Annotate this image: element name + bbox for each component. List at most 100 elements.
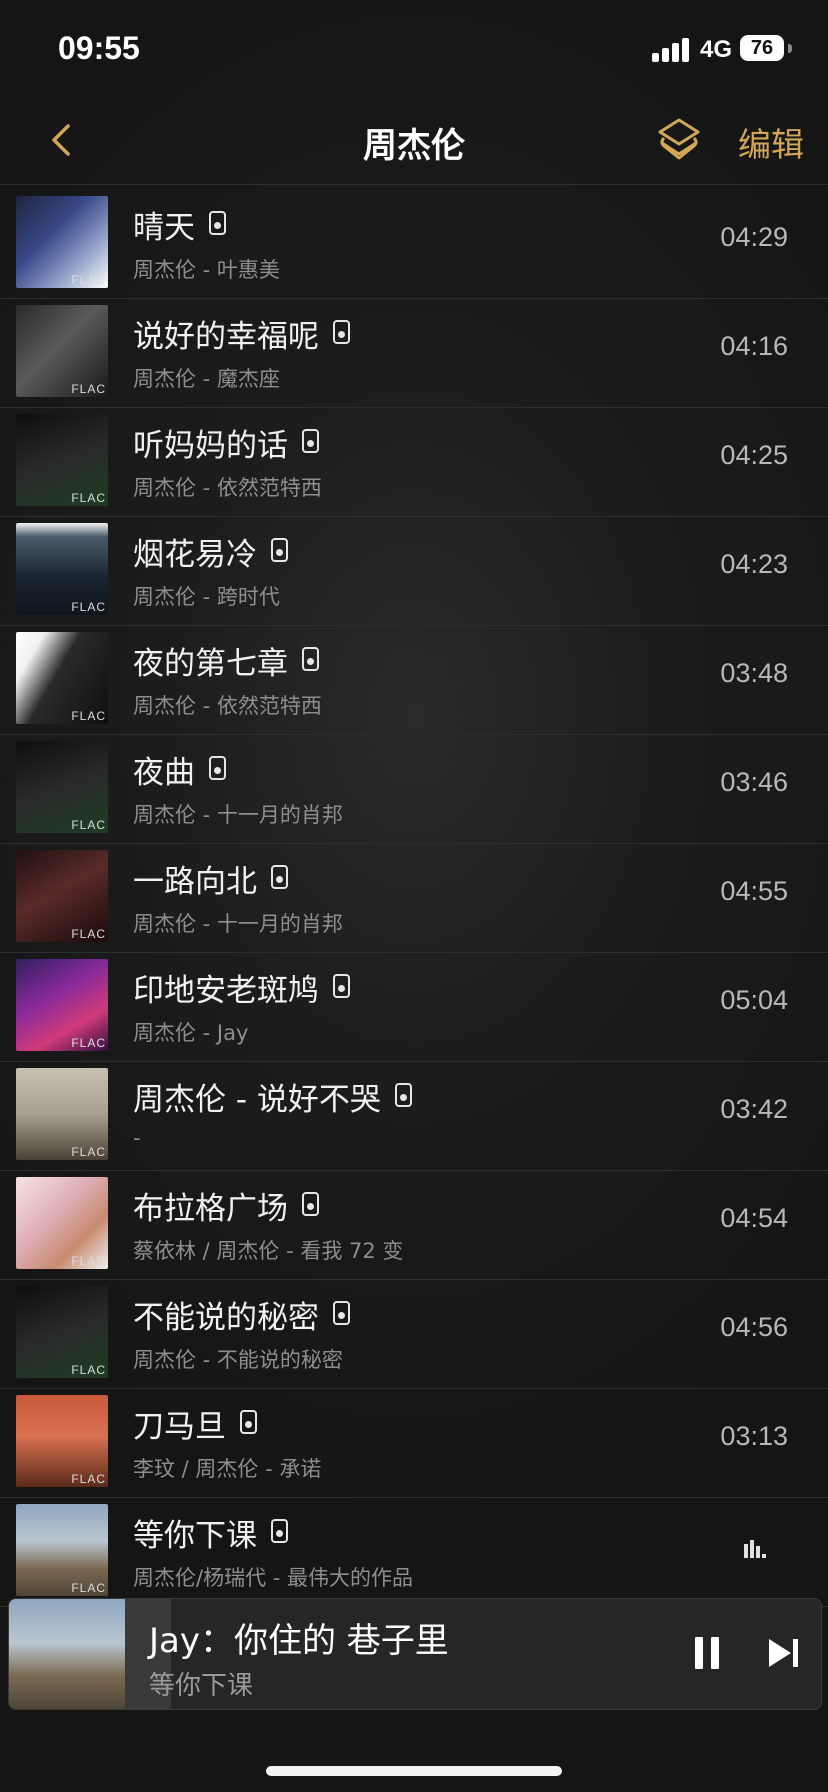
speaker-icon <box>302 1192 319 1216</box>
song-duration: 03:46 <box>720 767 788 797</box>
speaker-icon <box>271 865 288 889</box>
song-row[interactable]: FLAC 一路向北周杰伦 - 十一月的肖邦 04:55 <box>0 844 828 953</box>
song-title-text: 周杰伦 - 说好不哭 <box>133 1082 381 1118</box>
song-row[interactable]: FLAC 不能说的秘密 周杰伦 - 不能说的秘密 04:56 <box>0 1280 828 1389</box>
song-subtitle: 周杰伦/杨瑞代 - 最伟大的作品 <box>133 1566 414 1590</box>
album-cover: FLAC <box>16 414 108 506</box>
song-list: FLAC 晴天 周杰伦 - 叶惠美 04:29 FLAC 说好的幸福呢 周杰伦 - 魔杰座 0… <box>0 190 828 1607</box>
album-cover: FLAC <box>16 1504 108 1596</box>
flac-badge: FLAC <box>71 1363 106 1377</box>
speaker-icon <box>209 756 226 780</box>
song-row[interactable]: FLAC 听妈妈的话周杰伦 - 依然范特西 04:25 <box>0 408 828 517</box>
album-cover: FLAC <box>16 632 108 724</box>
song-subtitle: 李玟 / 周杰伦 - 承诺 <box>133 1457 322 1481</box>
song-duration: 04:55 <box>720 876 788 906</box>
album-cover: FLAC <box>16 523 108 615</box>
song-title: 等你下课 <box>133 1510 288 1555</box>
flac-badge: FLAC <box>71 927 106 941</box>
song-title: 听妈妈的话 <box>133 420 319 465</box>
flac-badge: FLAC <box>71 818 106 832</box>
flac-badge: FLAC <box>71 1254 106 1268</box>
album-cover: FLAC <box>16 305 108 397</box>
song-duration: 04:54 <box>720 1203 788 1233</box>
speaker-icon <box>271 538 288 562</box>
nav-bar: 周杰伦 编辑 <box>0 96 828 185</box>
song-title-text: 晴天 <box>133 210 195 246</box>
pause-button[interactable] <box>695 1637 721 1669</box>
album-cover: FLAC <box>16 850 108 942</box>
song-subtitle: 周杰伦 - 魔杰座 <box>133 367 280 391</box>
speaker-icon <box>333 320 350 344</box>
song-title-text: 布拉格广场 <box>133 1191 288 1227</box>
song-row[interactable]: FLAC 刀马旦李玟 / 周杰伦 - 承诺 03:13 <box>0 1389 828 1498</box>
song-subtitle: 周杰伦 - 十一月的肖邦 <box>133 803 343 827</box>
now-playing-cover[interactable] <box>9 1599 125 1709</box>
song-title-text: 一路向北 <box>133 864 257 900</box>
song-row[interactable]: FLAC 布拉格广场蔡依林 / 周杰伦 - 看我 72 变 04:54 <box>0 1171 828 1280</box>
edit-button[interactable]: 编辑 <box>738 118 804 166</box>
song-title: 一路向北 <box>133 856 288 901</box>
song-title-text: 印地安老斑鸠 <box>133 973 319 1009</box>
flac-badge: FLAC <box>71 600 106 614</box>
flac-badge: FLAC <box>71 382 106 396</box>
song-title-text: 夜的第七章 <box>133 646 288 682</box>
song-title: 夜曲 <box>133 747 226 792</box>
song-subtitle: 周杰伦 - 跨时代 <box>133 585 280 609</box>
speaker-icon <box>394 1083 412 1107</box>
status-time: 09:55 <box>58 30 140 66</box>
speaker-icon <box>271 1519 288 1543</box>
song-title: 烟花易冷 <box>133 529 288 574</box>
speaker-icon <box>240 1410 257 1434</box>
song-row[interactable]: FLAC 等你下课周杰伦/杨瑞代 - 最伟大的作品 <box>0 1498 828 1607</box>
song-subtitle: 周杰伦 - 依然范特西 <box>133 476 322 500</box>
now-playing-equalizer-icon <box>744 1540 766 1558</box>
flac-badge: FLAC <box>71 273 106 287</box>
song-title: 刀马旦 <box>133 1401 257 1446</box>
song-duration: 03:42 <box>720 1094 788 1124</box>
song-row[interactable]: FLAC 烟花易冷周杰伦 - 跨时代 04:23 <box>0 517 828 626</box>
song-title: 周杰伦 - 说好不哭 <box>133 1074 412 1119</box>
now-playing-bar[interactable]: Jay：你住的 巷子里 等你下课 <box>8 1598 822 1710</box>
song-row[interactable]: FLAC 说好的幸福呢 周杰伦 - 魔杰座 04:16 <box>0 299 828 408</box>
flac-badge: FLAC <box>71 1036 106 1050</box>
next-track-icon[interactable] <box>767 1637 801 1669</box>
song-duration: 04:56 <box>720 1312 788 1342</box>
network-type: 4G <box>700 36 733 63</box>
album-cover: FLAC <box>16 1286 108 1378</box>
song-duration: 05:04 <box>720 985 788 1015</box>
album-cover: FLAC <box>16 1395 108 1487</box>
song-row[interactable]: FLAC 夜曲周杰伦 - 十一月的肖邦 03:46 <box>0 735 828 844</box>
home-indicator <box>266 1766 562 1776</box>
song-duration: 04:25 <box>720 440 788 470</box>
song-duration: 03:13 <box>720 1421 788 1451</box>
flac-badge: FLAC <box>71 709 106 723</box>
now-playing-subtitle: 等你下课 <box>149 1671 254 1701</box>
flac-badge: FLAC <box>71 1472 106 1486</box>
battery-icon: 76 <box>740 35 784 61</box>
song-row[interactable]: FLAC 晴天周杰伦 - 叶惠美 04:29 <box>0 190 828 299</box>
layers-icon[interactable] <box>656 116 702 164</box>
song-title: 晴天 <box>133 202 226 247</box>
album-cover: FLAC <box>16 1068 108 1160</box>
song-subtitle: 周杰伦 - Jay <box>133 1021 249 1045</box>
song-row[interactable]: FLAC 周杰伦 - 说好不哭 - 03:42 <box>0 1062 828 1171</box>
song-duration: 04:23 <box>720 549 788 579</box>
song-title: 夜的第七章 <box>133 638 319 683</box>
song-subtitle: 周杰伦 - 依然范特西 <box>133 694 322 718</box>
song-subtitle: - <box>133 1126 141 1150</box>
song-duration: 04:16 <box>720 331 788 361</box>
song-title-text: 等你下课 <box>133 1518 257 1554</box>
speaker-icon <box>302 429 319 453</box>
song-subtitle: 周杰伦 - 十一月的肖邦 <box>133 912 343 936</box>
song-title: 布拉格广场 <box>133 1183 319 1228</box>
song-title-text: 刀马旦 <box>133 1409 226 1445</box>
speaker-icon <box>333 974 350 998</box>
song-duration: 04:29 <box>720 222 788 252</box>
speaker-icon <box>333 1301 350 1325</box>
song-subtitle: 周杰伦 - 叶惠美 <box>133 258 280 282</box>
song-row[interactable]: FLAC 印地安老斑鸠周杰伦 - Jay 05:04 <box>0 953 828 1062</box>
now-playing-title: Jay：你住的 巷子里 <box>149 1621 449 1661</box>
song-title: 不能说的秘密 <box>133 1292 350 1337</box>
song-row[interactable]: FLAC 夜的第七章 周杰伦 - 依然范特西 03:48 <box>0 626 828 735</box>
song-subtitle: 蔡依林 / 周杰伦 - 看我 72 变 <box>133 1239 404 1263</box>
